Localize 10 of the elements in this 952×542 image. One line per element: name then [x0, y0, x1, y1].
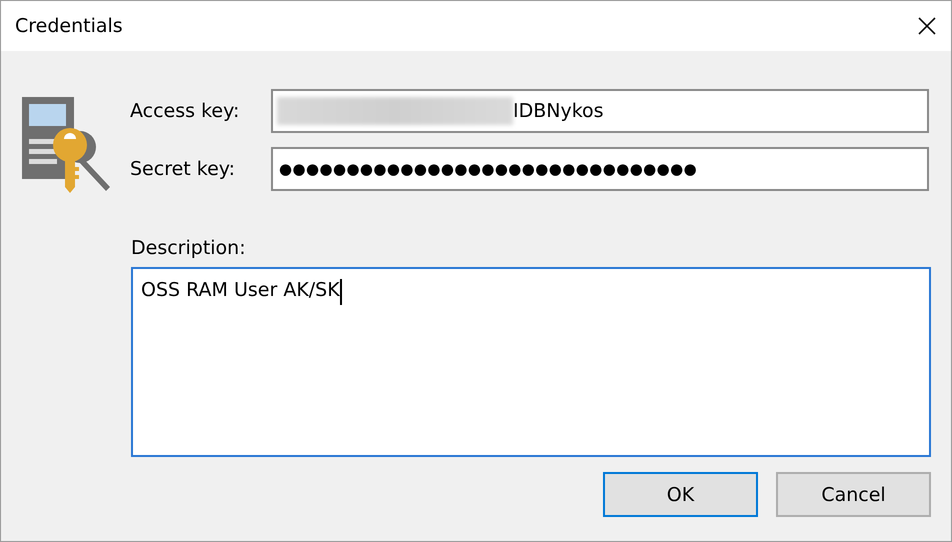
- window-title: Credentials: [15, 15, 123, 37]
- dialog-button[interactable]: OK: [603, 472, 758, 517]
- field-label: Secret key:: [130, 158, 236, 180]
- input-field[interactable]: IDBNykos: [271, 89, 929, 133]
- text-cursor: [340, 279, 342, 305]
- description-field[interactable]: OSS RAM User AK/SK: [131, 267, 931, 457]
- field-label: Access key:: [130, 100, 240, 122]
- description-label: Description:: [131, 237, 247, 259]
- password-field[interactable]: ●●●●●●●●●●●●●●●●●●●●●●●●●●●●●●●: [271, 147, 929, 191]
- dialog-button[interactable]: Cancel: [776, 472, 931, 517]
